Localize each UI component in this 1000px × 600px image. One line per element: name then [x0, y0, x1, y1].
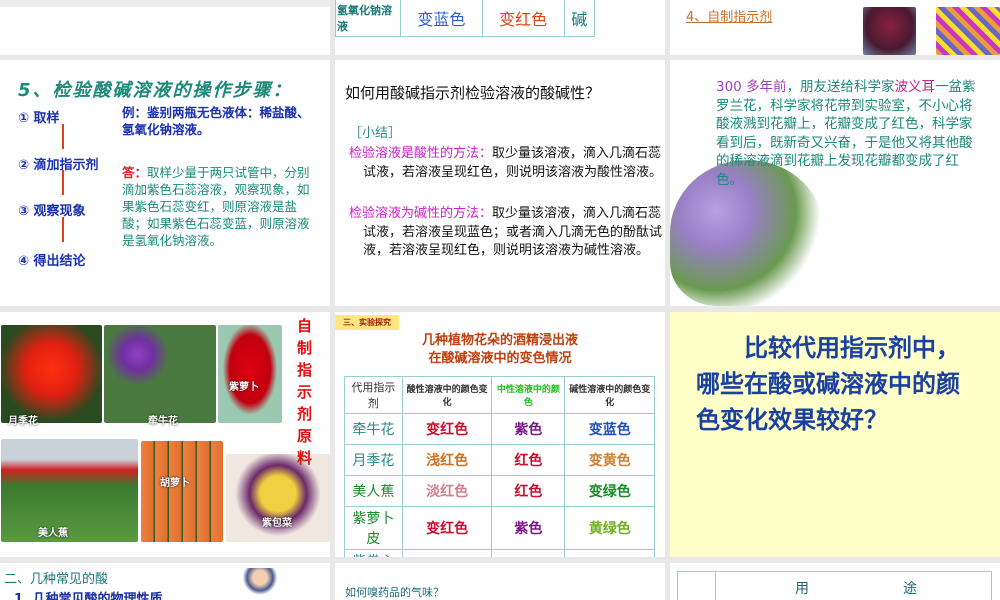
- step-label: ④ 得出结论: [18, 254, 86, 269]
- flowers-image: [936, 7, 1000, 55]
- table-cell: 浅紫色: [401, 549, 493, 557]
- carrot-image: [141, 441, 223, 542]
- cell: 变蓝色: [400, 0, 483, 37]
- section-tag: 三、实验探究: [335, 315, 399, 330]
- header-cell: 途: [903, 581, 917, 597]
- canna-image: [1, 439, 138, 542]
- use-table: 用 途: [677, 571, 992, 600]
- example-text: 例：鉴别两瓶无色液体：稀盐酸、氢氧化钠溶液。: [122, 105, 310, 137]
- table-cell: 变黄色: [564, 444, 655, 476]
- base-method-label: 检验溶液为碱性的方法：: [349, 206, 493, 221]
- answer-text: 答：取样少量于两只试管中，分别滴加紫色石蕊溶液，观察现象，如果紫色石蕊变红，则原…: [122, 164, 314, 249]
- table-cell: 紫萝卜皮: [344, 506, 403, 550]
- table-cell: 红色: [491, 444, 566, 476]
- slide-thumbnail[interactable]: [0, 0, 330, 55]
- story-text-2: 一盆紫罗兰花，科学家将花带到实验室，不小心将酸液溅到花瓣上，花瓣变成了红色，科学…: [716, 79, 976, 188]
- self-made-indicator-link[interactable]: 4、自制指示剂: [686, 6, 772, 25]
- table-title-line: 在酸碱溶液中的变色情况: [428, 351, 572, 366]
- column-header: 代用指示剂: [344, 376, 403, 414]
- vertical-title: 自制指示剂原料: [297, 317, 313, 467]
- question-text: 如何嗅药品的气味？: [345, 586, 444, 599]
- slide-thumbnail[interactable]: 如何嗅药品的气味？: [335, 563, 665, 600]
- table-cell: 变蓝色: [564, 413, 655, 445]
- cabbage-image: [863, 7, 916, 55]
- image-caption: 牵牛花: [148, 416, 178, 427]
- table-cell: 黄绿色: [564, 549, 655, 557]
- image-caption: 紫包菜: [262, 518, 292, 529]
- table-cell: 浅红色: [401, 444, 493, 476]
- arrow: [62, 170, 64, 195]
- column-header: 中性溶液中的颜色: [491, 376, 566, 414]
- slide-thumbnail[interactable]: 氢氧化钠溶液 变蓝色 变红色 碱: [335, 0, 665, 55]
- compare-question: 比较代用指示剂中，哪些在酸或碱溶液中的颜色变化效果较好？: [696, 334, 960, 434]
- table-row: 紫萝卜皮 变红色 紫色 黄绿色: [344, 506, 655, 550]
- table-cell: 变红色: [401, 413, 493, 445]
- summary-label: ［小结］: [349, 126, 402, 141]
- morning-glory-image: [104, 325, 216, 423]
- base-method: 检验溶液为碱性的方法：取少量该溶液，滴入几滴石蕊试液，若溶液呈现蓝色；或者滴入几…: [349, 205, 665, 261]
- slide-thumbnail[interactable]: 5、检验酸碱溶液的操作步骤： ① 取样 ② 滴加指示剂 ③ 观察现象 ④ 得出结…: [0, 60, 330, 306]
- story-text-1: ，朋友送给科学家: [786, 79, 895, 95]
- cell: 碱: [571, 9, 588, 29]
- arrow: [62, 124, 64, 149]
- step-label: ② 滴加指示剂: [18, 158, 99, 173]
- scientist-name: 波义耳: [894, 79, 936, 95]
- acid-method-label: 检验溶液是酸性的方法：: [349, 146, 493, 161]
- table-cell: 变绿色: [564, 475, 655, 507]
- slide-thumbnail[interactable]: 三、实验探究 几种植物花朵的酒精浸出液 在酸碱溶液中的变色情况 代用指示剂 酸性溶…: [335, 312, 665, 557]
- cell: 变红色: [482, 0, 565, 37]
- table-cell: 变红色: [401, 506, 493, 550]
- table-cell: 紫色: [491, 413, 566, 445]
- divider: [715, 572, 716, 600]
- table-cell: 牵牛花: [344, 413, 403, 445]
- table-row: 牵牛花 变红色 紫色 变蓝色: [344, 413, 655, 445]
- arrow: [62, 217, 64, 242]
- table-cell: 黄绿色: [564, 506, 655, 550]
- table-row: 紫卷心菜浅紫色蓝色黄绿色: [344, 549, 655, 557]
- table-cell: 红色: [491, 475, 566, 507]
- radish-image: [218, 325, 282, 423]
- slide-thumbnail[interactable]: 4、自制指示剂: [670, 0, 1000, 55]
- image-caption: 月季花: [8, 416, 38, 427]
- slide-thumbnail[interactable]: 二、几种常见的酸 1. 几种常见酸的物理性质: [0, 563, 330, 600]
- table-title: 几种植物花朵的酒精浸出液 在酸碱溶液中的变色情况: [335, 332, 665, 368]
- step-label: ③ 观察现象: [18, 204, 86, 219]
- slide-thumbnail[interactable]: 用 途: [670, 563, 1000, 600]
- image-caption: 胡萝卜: [160, 478, 190, 489]
- slide-thumbnail[interactable]: 如何用酸碱指示剂检验溶液的酸碱性？ ［小结］ 检验溶液是酸性的方法：取少量该溶液…: [335, 60, 665, 306]
- slide-thumbnail[interactable]: 比较代用指示剂中，哪些在酸或碱溶液中的颜色变化效果较好？: [670, 312, 1000, 557]
- story-years: 300 多年前: [716, 79, 787, 95]
- subsection-title: 1. 几种常见酸的物理性质: [14, 592, 163, 600]
- table-row: 月季花 浅红色 红色 变黄色: [344, 444, 655, 476]
- answer-label: 答：: [122, 165, 148, 180]
- question-title: 如何用酸碱指示剂检验溶液的酸碱性？: [345, 84, 601, 102]
- table-cell: 月季花: [344, 444, 403, 476]
- table-row: 美人蕉 淡红色 红色 变绿色: [344, 475, 655, 507]
- table-title-line: 几种植物花朵的酒精浸出液: [421, 333, 578, 348]
- slide-title: 5、检验酸碱溶液的操作步骤：: [18, 80, 293, 101]
- table-cell: 紫卷心菜: [344, 549, 403, 557]
- slide-caption-bar: [0, 0, 330, 7]
- table-cell: 美人蕉: [344, 475, 403, 507]
- slide-thumbnail[interactable]: 300 多年前，朋友送给科学家波义耳一盆紫罗兰花，科学家将花带到实验室，不小心将…: [670, 60, 1000, 306]
- section-title: 二、几种常见的酸: [4, 572, 109, 587]
- image-caption: 紫萝卜: [229, 382, 259, 393]
- result-table: 氢氧化钠溶液 变蓝色 变红色 碱: [335, 0, 595, 37]
- table-cell: 蓝色: [491, 549, 566, 557]
- answer-body: 取样少量于两只试管中，分别滴加紫色石蕊溶液，观察现象，如果紫色石蕊变红，则原溶液…: [122, 165, 310, 248]
- boy-smelling-illustration: [242, 568, 278, 600]
- story-text: 300 多年前，朋友送给科学家波义耳一盆紫罗兰花，科学家将花带到实验室，不小心将…: [716, 78, 984, 189]
- column-header: 碱性溶液中的颜色变化: [564, 376, 655, 414]
- image-caption: 美人蕉: [38, 528, 68, 539]
- rose-image: [1, 325, 102, 423]
- table-cell: 淡红色: [401, 475, 493, 507]
- slide-thumbnail[interactable]: 月季花 牵牛花 紫萝卜 美人蕉 胡萝卜 紫包菜 自制指示剂原料: [0, 312, 330, 557]
- header-cell: 用: [795, 581, 809, 597]
- color-change-table: 代用指示剂 酸性溶液中的颜色变化 中性溶液中的颜色 碱性溶液中的颜色变化 牵牛花 变红色紫…: [344, 376, 655, 557]
- column-header: 酸性溶液中的颜色变化: [401, 376, 493, 414]
- step-label: ① 取样: [18, 111, 60, 126]
- row-label: 氢氧化钠溶液: [335, 0, 401, 37]
- acid-method: 检验溶液是酸性的方法：取少量该溶液，滴入几滴石蕊试液，若溶液呈现红色，则说明该溶…: [349, 145, 665, 182]
- table-cell: 紫色: [491, 506, 566, 550]
